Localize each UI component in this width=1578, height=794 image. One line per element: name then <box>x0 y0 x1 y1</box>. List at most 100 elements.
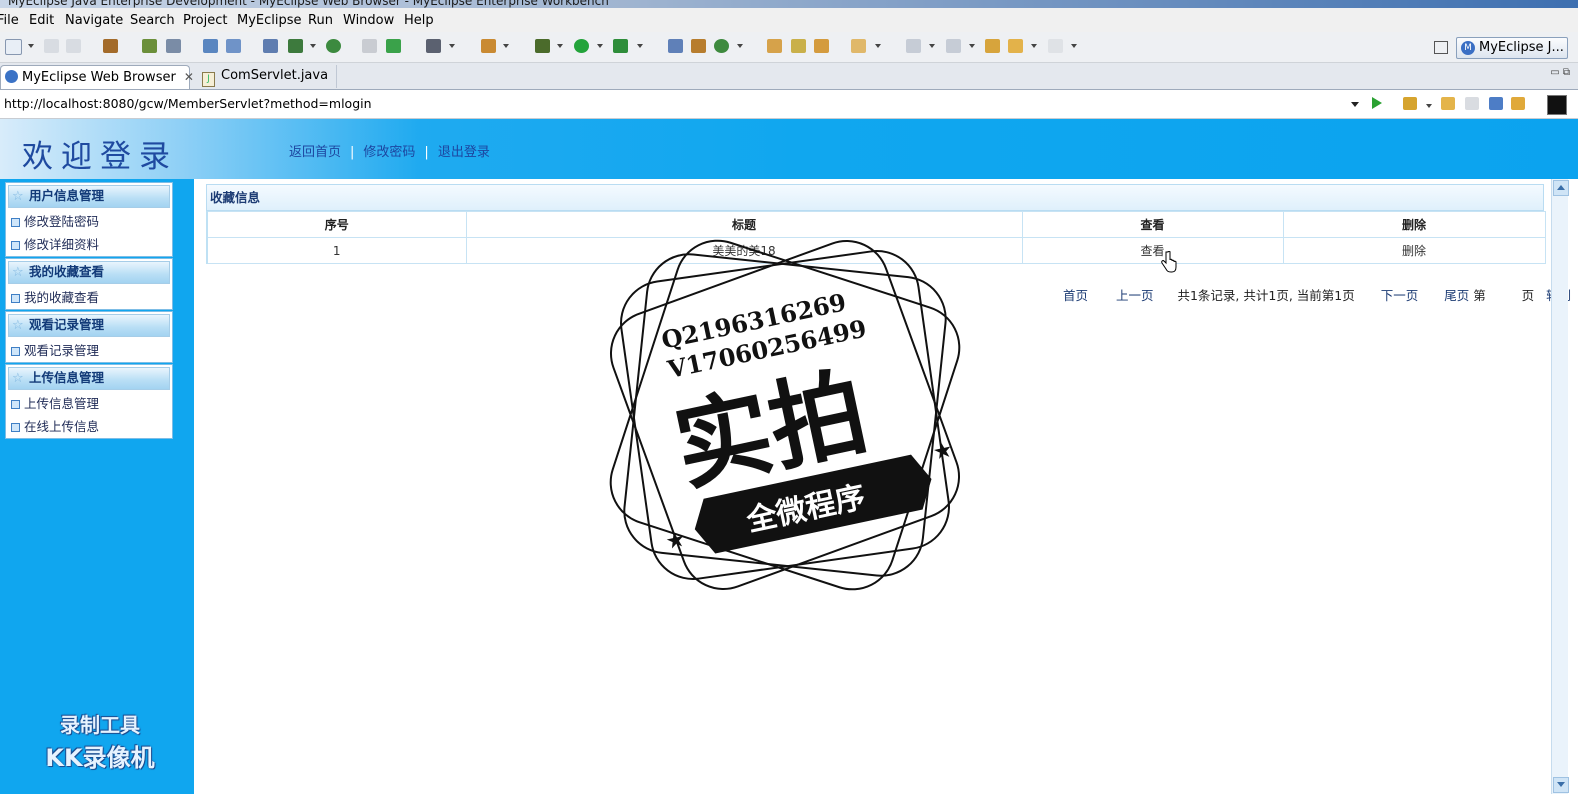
scroll-up-icon[interactable] <box>1553 180 1569 196</box>
next-annotation-dropdown-icon[interactable] <box>929 44 935 48</box>
sidebar-group-header[interactable]: ☆ 观看记录管理 <box>8 314 170 337</box>
debug-bug-icon[interactable] <box>142 39 157 53</box>
column-header: 查看 <box>1021 211 1284 238</box>
favorites-dropdown-icon[interactable] <box>1426 104 1432 108</box>
sidebar-item-change-password[interactable]: 修改登陆密码 <box>6 210 172 233</box>
editor-tabs: MyEclipse Web Browser ✕ J ComServlet.java … <box>0 63 1578 90</box>
wizard-dropdown-icon[interactable] <box>503 44 509 48</box>
external-tools-dropdown-icon[interactable] <box>637 44 643 48</box>
main-toolbar: M MyEclipse J... <box>0 32 1578 63</box>
menu-search[interactable]: Search <box>130 13 175 28</box>
sidebar-item-upload-manage[interactable]: 上传信息管理 <box>6 392 172 415</box>
debug-dropdown-icon[interactable] <box>557 44 563 48</box>
sidebar-group-header[interactable]: ☆ 用户信息管理 <box>8 185 170 208</box>
tab-web-browser[interactable]: MyEclipse Web Browser ✕ <box>0 65 194 89</box>
new-wizard-icon[interactable] <box>481 39 496 53</box>
star-icon: ☆ <box>12 265 24 280</box>
sidebar: ☆ 用户信息管理 修改登陆密码 修改详细资料 ☆ 我的收藏查看 我的收藏查看 ☆ 观看… <box>0 179 194 794</box>
camera-icon[interactable] <box>426 39 441 53</box>
save-icon[interactable] <box>44 39 59 53</box>
search-icon[interactable] <box>814 39 829 53</box>
browser-tab-icon <box>5 70 18 83</box>
window-title: MyEclipse Java Enterprise Development - … <box>8 0 609 8</box>
view-link[interactable]: 查看 <box>1021 237 1284 264</box>
cut-icon[interactable] <box>362 39 377 53</box>
camera-dropdown-icon[interactable] <box>449 44 455 48</box>
scroll-down-icon[interactable] <box>1553 777 1569 793</box>
open-task-icon[interactable] <box>791 39 806 53</box>
browser-stop-icon[interactable] <box>1489 97 1503 110</box>
menu-navigate[interactable]: Navigate <box>65 13 123 28</box>
debug-icon[interactable] <box>535 39 550 53</box>
run-dropdown-icon[interactable] <box>597 44 603 48</box>
sidebar-item-online-upload[interactable]: 在线上传信息 <box>6 415 172 438</box>
bullet-icon <box>11 241 20 250</box>
home-link[interactable]: 返回首页 <box>289 145 341 160</box>
menu-run[interactable]: Run <box>308 13 333 28</box>
globe-icon[interactable] <box>326 39 341 53</box>
sidebar-group-header[interactable]: ☆ 上传信息管理 <box>8 367 170 390</box>
menu-myeclipse[interactable]: MyEclipse <box>237 13 302 28</box>
last-edit-icon[interactable] <box>985 39 1000 53</box>
deploy-icon[interactable] <box>203 39 218 53</box>
minimize-maximize-icon[interactable]: ▭ ⧉ <box>1550 67 1570 78</box>
run-icon[interactable] <box>574 39 589 53</box>
browser-refresh-icon[interactable] <box>1511 97 1525 110</box>
url-history-dropdown-icon[interactable] <box>1351 102 1359 107</box>
change-password-link[interactable]: 修改密码 <box>363 145 415 160</box>
delete-link[interactable]: 删除 <box>1282 237 1546 264</box>
star-icon: ☆ <box>12 189 24 204</box>
perspective-button[interactable]: M MyEclipse J... <box>1456 37 1568 59</box>
favorites-icon[interactable] <box>1403 97 1417 110</box>
browser-back-icon[interactable] <box>1441 97 1455 110</box>
run-server-icon[interactable] <box>288 39 303 53</box>
run-server-dropdown-icon[interactable] <box>310 44 316 48</box>
sidebar-group-header[interactable]: ☆ 我的收藏查看 <box>8 261 170 284</box>
new-class-icon[interactable] <box>668 39 683 53</box>
logout-link[interactable]: 退出登录 <box>438 145 490 160</box>
first-page-link[interactable]: 首页 <box>1063 288 1088 303</box>
recorder-watermark: 录制工具 KK录像机 <box>45 713 155 772</box>
terminal-icon[interactable] <box>1547 95 1567 115</box>
add-icon[interactable] <box>386 39 401 53</box>
open-folder-icon[interactable] <box>851 39 866 53</box>
redeploy-icon[interactable] <box>226 39 241 53</box>
back-icon[interactable] <box>1008 39 1023 53</box>
back-dropdown-icon[interactable] <box>1031 44 1037 48</box>
browser-forward-icon[interactable] <box>1465 97 1479 110</box>
open-type-icon[interactable] <box>767 39 782 53</box>
sidebar-item-view-favorites[interactable]: 我的收藏查看 <box>6 286 172 309</box>
package-icon[interactable] <box>103 39 118 53</box>
new-interface-icon[interactable] <box>714 39 729 53</box>
menu-help[interactable]: Help <box>404 13 434 28</box>
prev-page-link[interactable]: 上一页 <box>1116 288 1154 303</box>
new-dropdown-icon[interactable] <box>28 44 34 48</box>
url-input[interactable] <box>0 92 1368 114</box>
sidebar-item-history[interactable]: 观看记录管理 <box>6 339 172 362</box>
servers-icon[interactable] <box>263 39 278 53</box>
open-perspective-icon[interactable] <box>1434 41 1448 54</box>
forward-icon[interactable] <box>1048 39 1063 53</box>
new-file-icon[interactable] <box>5 39 22 55</box>
print-icon[interactable] <box>66 39 81 53</box>
new-package-icon[interactable] <box>691 39 706 53</box>
tab-comservlet[interactable]: J ComServlet.java <box>192 65 337 88</box>
folder-dropdown-icon[interactable] <box>875 44 881 48</box>
prev-annotation-dropdown-icon[interactable] <box>969 44 975 48</box>
server-icon[interactable] <box>166 39 181 53</box>
forward-dropdown-icon[interactable] <box>1071 44 1077 48</box>
last-page-link[interactable]: 尾页 <box>1444 288 1469 303</box>
go-icon[interactable] <box>1372 97 1382 109</box>
menu-file[interactable]: File <box>0 13 19 28</box>
external-tools-icon[interactable] <box>613 39 628 53</box>
prev-annotation-icon[interactable] <box>946 39 961 53</box>
menu-window[interactable]: Window <box>343 13 394 28</box>
vertical-scrollbar[interactable] <box>1551 179 1569 794</box>
menu-project[interactable]: Project <box>183 13 227 28</box>
sidebar-item-edit-profile[interactable]: 修改详细资料 <box>6 233 172 256</box>
next-page-link[interactable]: 下一页 <box>1381 288 1419 303</box>
next-annotation-icon[interactable] <box>906 39 921 53</box>
new-interface-dropdown-icon[interactable] <box>737 44 743 48</box>
page-number-input[interactable] <box>1490 289 1518 305</box>
menu-edit[interactable]: Edit <box>29 13 54 28</box>
